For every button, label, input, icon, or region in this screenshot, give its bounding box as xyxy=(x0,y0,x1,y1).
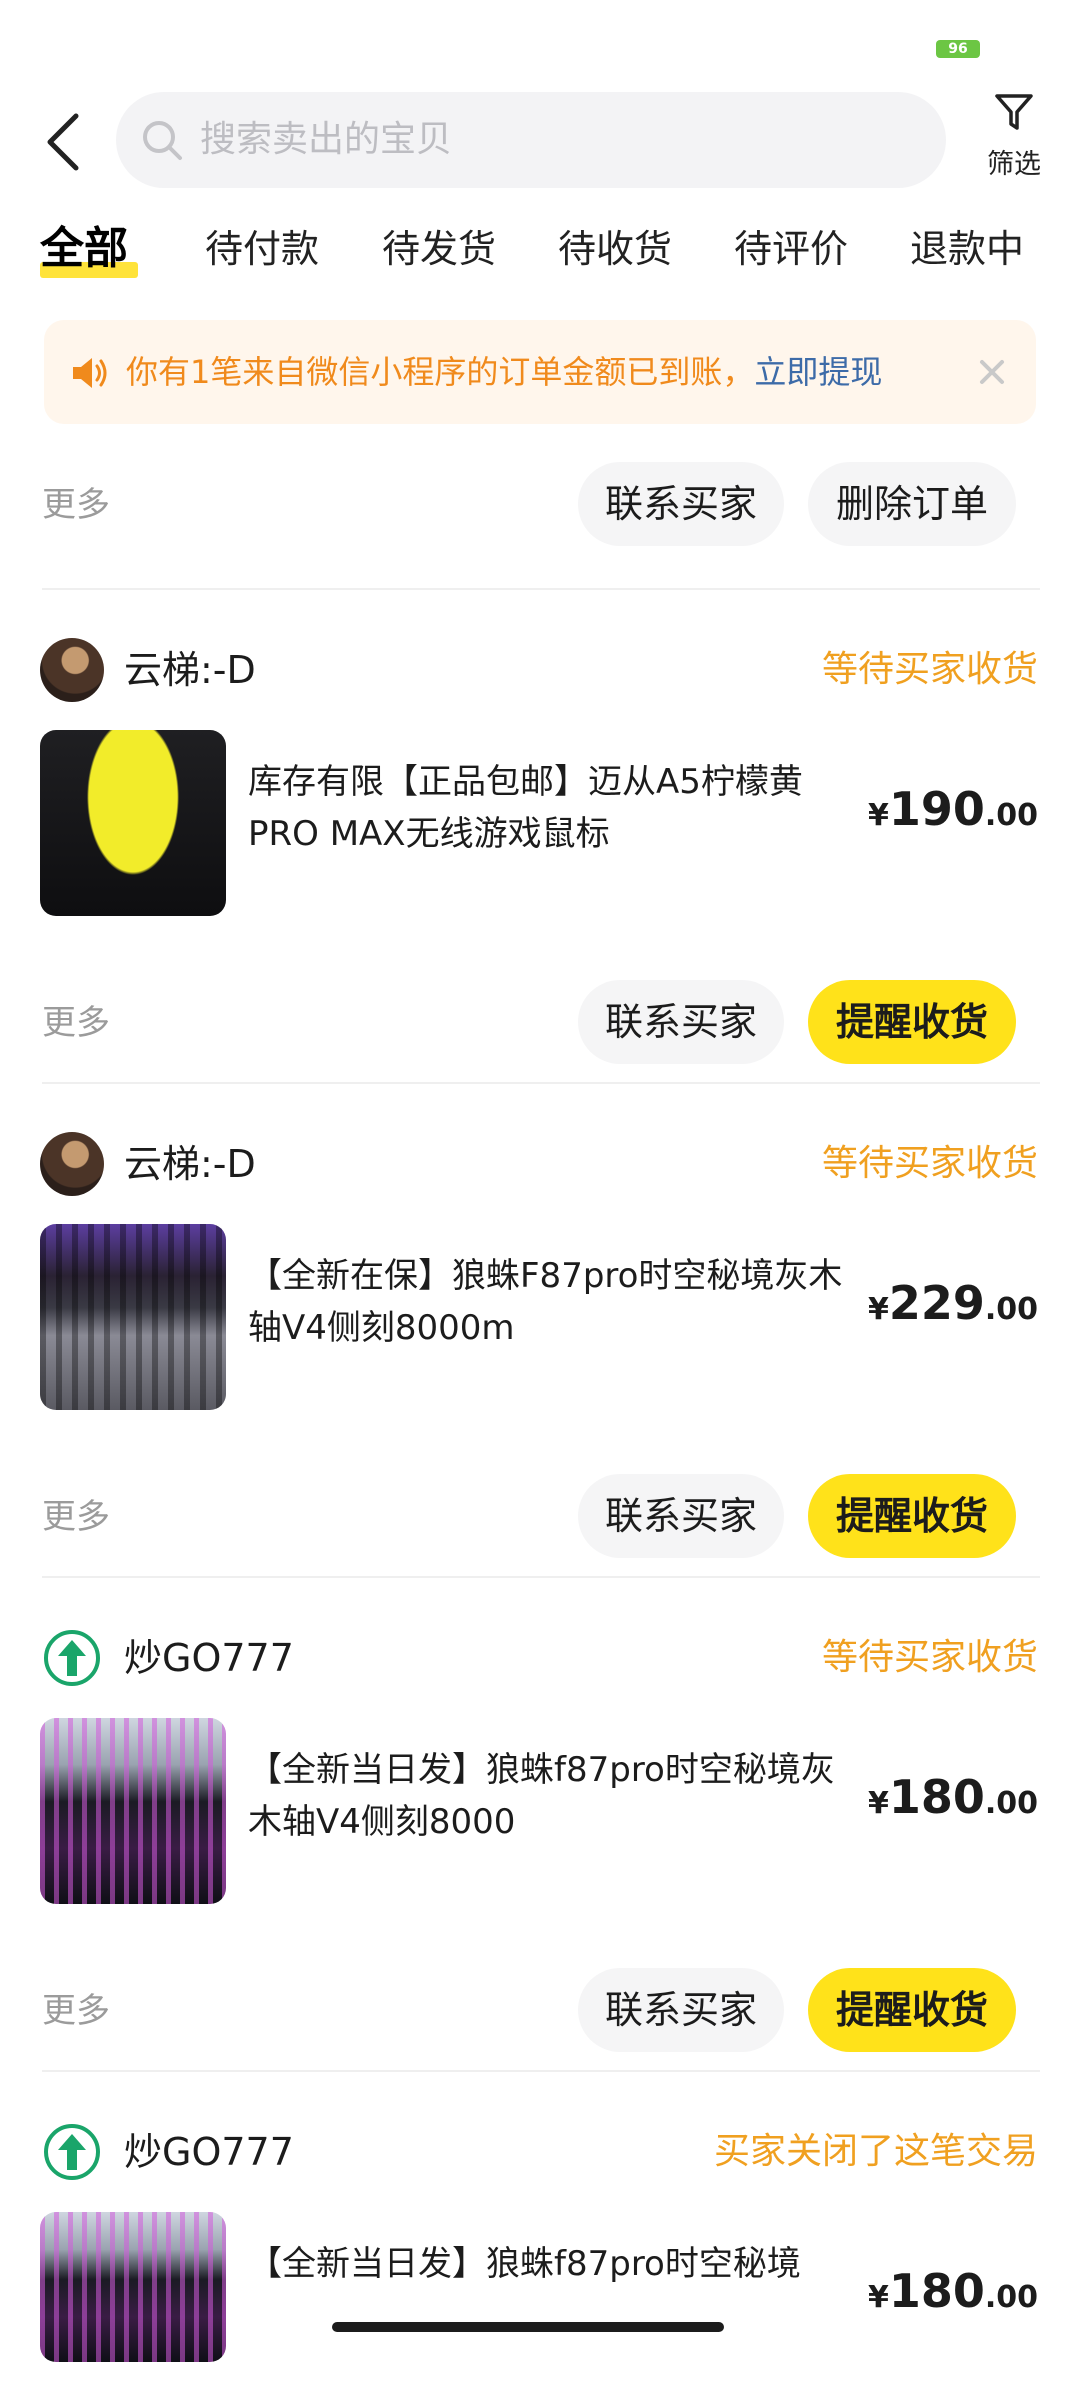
order-actions: 更多 联系买家 提醒收货 xyxy=(0,1968,1080,2054)
remind-receipt-button[interactable]: 提醒收货 xyxy=(808,1968,1016,2052)
green-arrow-logo-icon xyxy=(44,1630,100,1686)
product-title[interactable]: 【全新当日发】狼蛛f87pro时空秘境 xyxy=(248,2238,848,2290)
withdraw-link[interactable]: 立即提现 xyxy=(754,353,882,391)
product-image[interactable] xyxy=(40,1224,226,1410)
contact-buyer-button[interactable]: 联系买家 xyxy=(578,462,784,546)
more-button[interactable]: 更多 xyxy=(42,462,110,548)
back-arrow-icon xyxy=(47,113,79,171)
product-price: ¥180.00 xyxy=(868,2264,1038,2318)
order-status: 等待买家收货 xyxy=(821,1143,1038,1184)
green-arrow-logo-icon xyxy=(44,2124,100,2180)
order-card[interactable]: 云梯:-D 等待买家收货 库存有限【正品包邮】迈从A5柠檬黄PRO MAX无线游… xyxy=(0,638,1080,1078)
divider xyxy=(42,588,1040,590)
product-title[interactable]: 【全新在保】狼蛛F87pro时空秘境灰木轴V4侧刻8000m xyxy=(248,1250,848,1354)
search-input[interactable]: 搜索卖出的宝贝 xyxy=(116,92,946,188)
order-card[interactable]: 炒GO777 等待买家收货 【全新当日发】狼蛛f87pro时空秘境灰木轴V4侧刻… xyxy=(0,1626,1080,2066)
order-status: 买家关闭了这笔交易 xyxy=(713,2131,1038,2172)
remind-receipt-button[interactable]: 提醒收货 xyxy=(808,1474,1016,1558)
delete-order-button[interactable]: 删除订单 xyxy=(808,462,1016,546)
order-actions: 更多 联系买家 删除订单 xyxy=(0,462,1080,548)
product-price: ¥229.00 xyxy=(868,1276,1038,1330)
tab-pending-shipment[interactable]: 待发货 xyxy=(382,214,496,284)
price-currency: ¥ xyxy=(867,2280,889,2315)
close-icon[interactable] xyxy=(972,352,1012,392)
contact-buyer-button[interactable]: 联系买家 xyxy=(578,980,784,1064)
order-status: 等待买家收货 xyxy=(821,649,1038,690)
banner-text: 你有1笔来自微信小程序的订单金额已到账， xyxy=(126,353,755,391)
avatar[interactable] xyxy=(40,1132,104,1196)
contact-buyer-button[interactable]: 联系买家 xyxy=(578,1968,784,2052)
payout-banner: 你有1笔来自微信小程序的订单金额已到账，立即提现 xyxy=(44,320,1036,424)
tab-refunding[interactable]: 退款中 xyxy=(910,214,1024,284)
remind-receipt-button[interactable]: 提醒收货 xyxy=(808,980,1016,1064)
product-price: ¥180.00 xyxy=(868,1770,1038,1824)
price-currency: ¥ xyxy=(867,1292,889,1327)
header: 搜索卖出的宝贝 筛选 xyxy=(0,84,1080,194)
product-image[interactable] xyxy=(40,1718,226,1904)
product-image[interactable] xyxy=(40,730,226,916)
order-actions: 更多 联系买家 提醒收货 xyxy=(0,980,1080,1066)
avatar[interactable] xyxy=(40,638,104,702)
product-title[interactable]: 库存有限【正品包邮】迈从A5柠檬黄PRO MAX无线游戏鼠标 xyxy=(248,756,848,860)
filter-label: 筛选 xyxy=(987,149,1041,180)
order-actions: 更多 联系买家 提醒收货 xyxy=(0,1474,1080,1560)
avatar[interactable] xyxy=(40,1626,104,1690)
price-decimal: .00 xyxy=(984,1292,1038,1327)
product-image[interactable] xyxy=(40,2212,226,2362)
buyer-name[interactable]: 炒GO777 xyxy=(124,2120,294,2184)
banner-message: 你有1笔来自微信小程序的订单金额已到账，立即提现 xyxy=(126,320,882,424)
tab-pending-review[interactable]: 待评价 xyxy=(734,214,848,284)
buyer-name[interactable]: 云梯:-D xyxy=(124,1132,256,1196)
home-indicator[interactable] xyxy=(332,2322,724,2332)
filter-button[interactable]: 筛选 xyxy=(966,90,1062,190)
search-icon xyxy=(143,121,182,160)
product-title[interactable]: 【全新当日发】狼蛛f87pro时空秘境灰木轴V4侧刻8000 xyxy=(248,1744,848,1848)
divider xyxy=(42,2070,1040,2072)
more-button[interactable]: 更多 xyxy=(42,980,110,1066)
order-status: 等待买家收货 xyxy=(821,1637,1038,1678)
filter-icon xyxy=(995,94,1033,130)
buyer-name[interactable]: 云梯:-D xyxy=(124,638,256,702)
price-integer: 180 xyxy=(888,2264,985,2318)
order-card[interactable]: 炒GO777 买家关闭了这笔交易 【全新当日发】狼蛛f87pro时空秘境 ¥18… xyxy=(0,2120,1080,2400)
divider xyxy=(42,1576,1040,1578)
price-integer: 190 xyxy=(888,782,985,836)
tab-pending-payment[interactable]: 待付款 xyxy=(205,214,319,284)
tab-all[interactable]: 全部 xyxy=(40,214,128,284)
contact-buyer-button[interactable]: 联系买家 xyxy=(578,1474,784,1558)
price-decimal: .00 xyxy=(984,1786,1038,1821)
order-card[interactable]: 云梯:-D 等待买家收货 【全新在保】狼蛛F87pro时空秘境灰木轴V4侧刻80… xyxy=(0,1132,1080,1572)
more-button[interactable]: 更多 xyxy=(42,1474,110,1560)
avatar[interactable] xyxy=(40,2120,104,2184)
order-tabs: 全部 待付款 待发货 待收货 待评价 退款中 xyxy=(0,214,1080,294)
product-price: ¥190.00 xyxy=(868,782,1038,836)
divider xyxy=(42,1082,1040,1084)
price-currency: ¥ xyxy=(867,1786,889,1821)
price-integer: 180 xyxy=(888,1770,985,1824)
tab-pending-receipt[interactable]: 待收货 xyxy=(558,214,672,284)
price-decimal: .00 xyxy=(984,798,1038,833)
price-currency: ¥ xyxy=(867,798,889,833)
back-button[interactable] xyxy=(36,106,96,176)
speaker-icon xyxy=(73,358,107,388)
more-button[interactable]: 更多 xyxy=(42,1968,110,2054)
search-placeholder: 搜索卖出的宝贝 xyxy=(200,119,453,160)
battery-indicator: 96 xyxy=(936,40,980,58)
price-decimal: .00 xyxy=(984,2280,1038,2315)
status-bar: 96 xyxy=(0,0,1080,70)
buyer-name[interactable]: 炒GO777 xyxy=(124,1626,294,1690)
price-integer: 229 xyxy=(888,1276,985,1330)
